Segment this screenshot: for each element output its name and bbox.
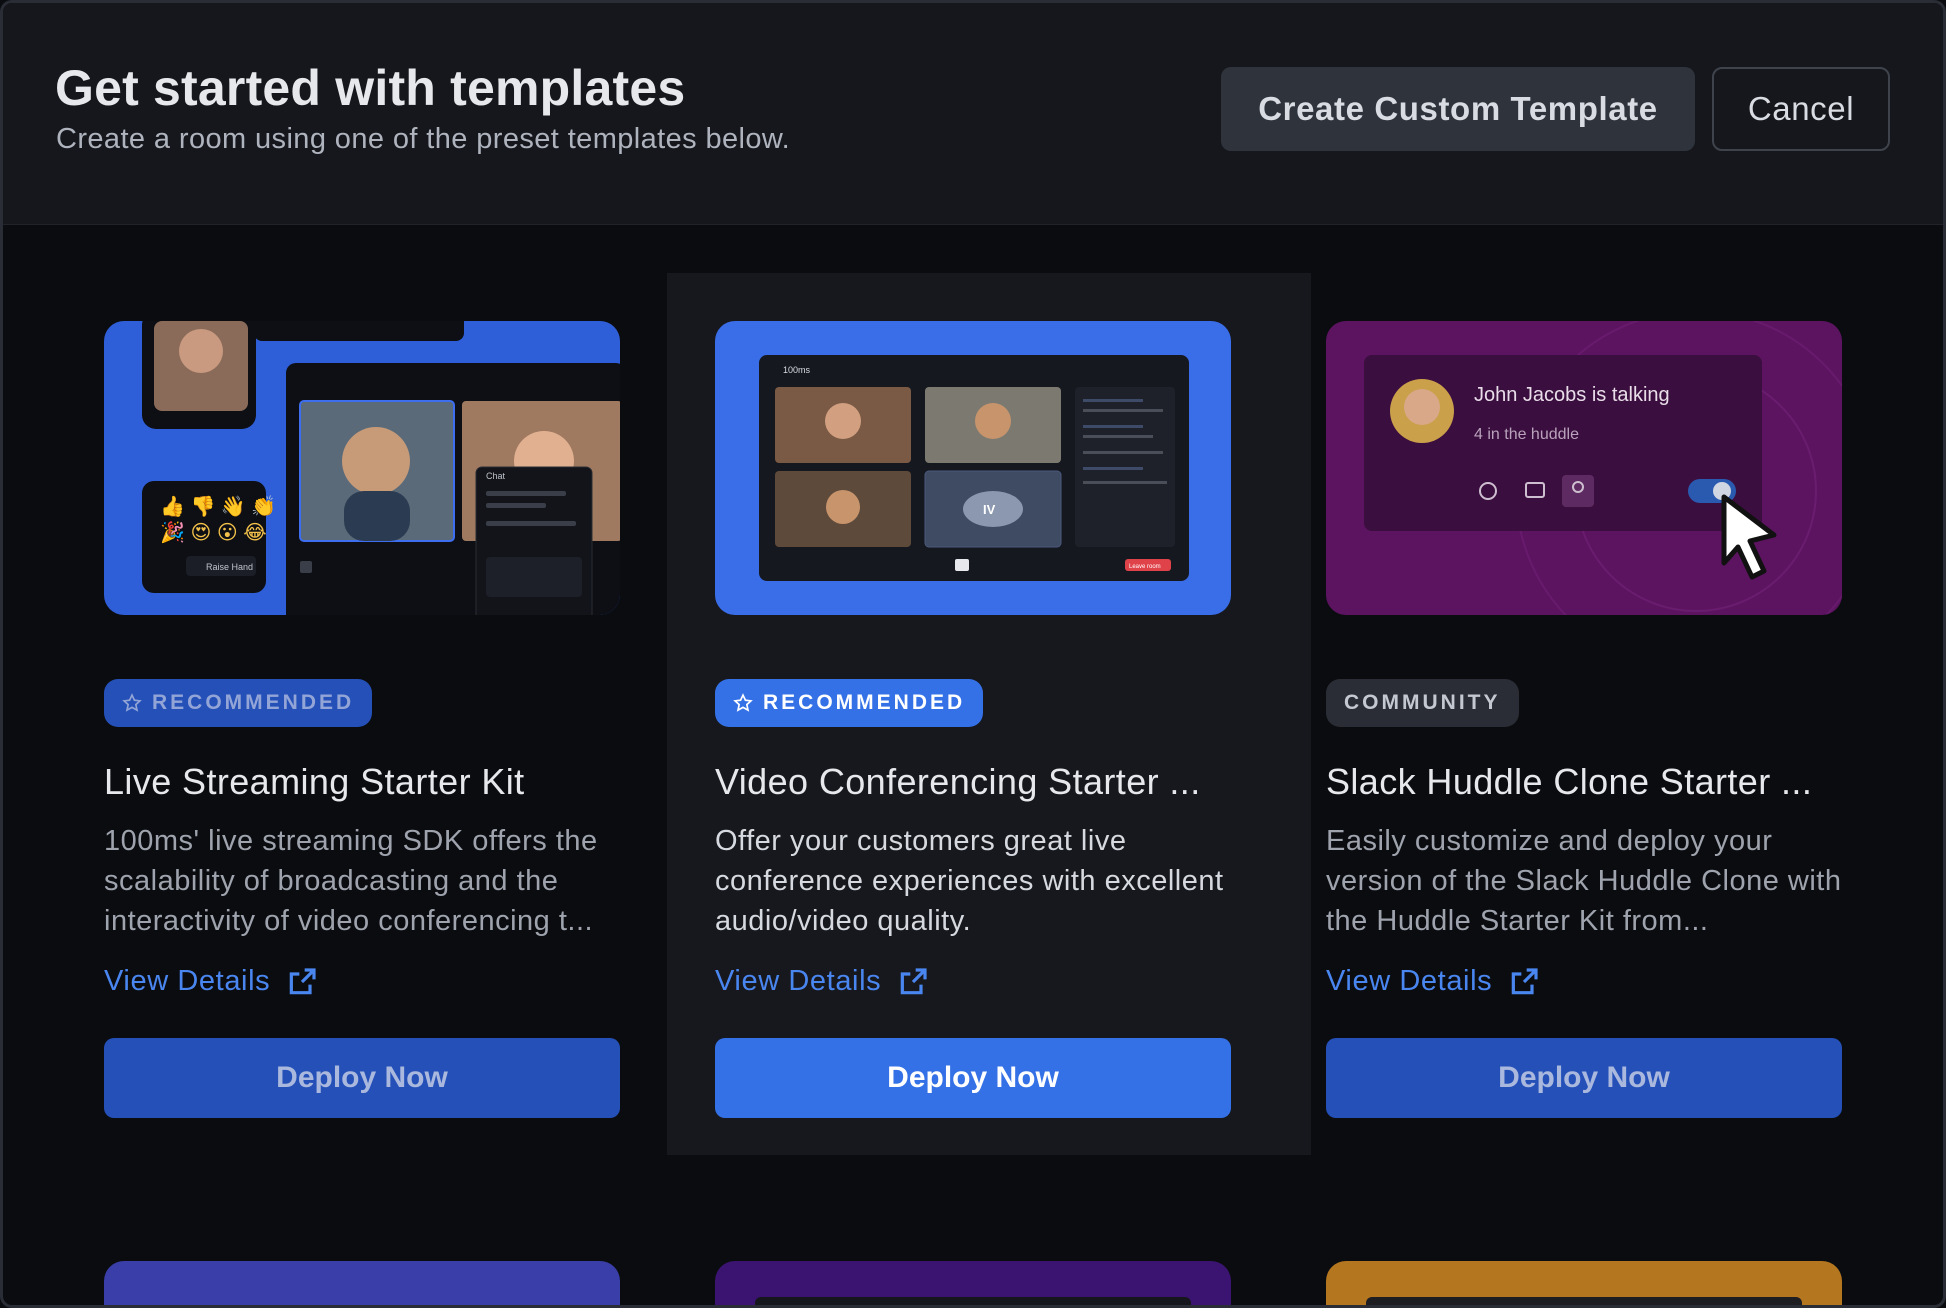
huddle-count-label: 4 in the huddle xyxy=(1474,426,1579,443)
card-title: Video Conferencing Starter ... xyxy=(715,761,1201,802)
app-logo-text: 100ms xyxy=(783,365,811,375)
badge-label: RECOMMENDED xyxy=(763,691,966,714)
external-link-icon xyxy=(1511,967,1538,994)
badge-recommended: RECOMMENDED xyxy=(104,679,373,727)
deploy-now-button[interactable]: Deploy Now xyxy=(104,1038,620,1118)
page-title: Get started with templates xyxy=(55,60,686,116)
template-card-video-conferencing[interactable]: 100ms IV Leave room RECOMMENDED Video Co… xyxy=(667,273,1311,1155)
svg-text:👍 👎 👋 👏: 👍 👎 👋 👏 xyxy=(160,494,276,518)
template-card-slack-huddle[interactable]: John Jacobs is talking 4 in the huddle C… xyxy=(1278,273,1922,1155)
template-thumbnail-next-row[interactable] xyxy=(1326,1261,1842,1305)
video-conferencing-preview-illustration: 100ms IV Leave room xyxy=(759,355,1189,581)
deploy-now-button[interactable]: Deploy Now xyxy=(1326,1038,1842,1118)
chat-label: Chat xyxy=(486,471,506,481)
view-details-link[interactable]: View Details xyxy=(104,965,318,998)
template-card-live-streaming[interactable]: 👍 👎 👋 👏 🎉 😍 😮 😂 Raise Hand Chat RECOMMEN… xyxy=(56,273,700,1155)
thumbnail-inner-window xyxy=(755,1297,1191,1305)
template-thumbnail-next-row[interactable] xyxy=(104,1261,620,1305)
card-title: Live Streaming Starter Kit xyxy=(104,761,525,802)
star-icon xyxy=(122,693,142,712)
view-details-label: View Details xyxy=(104,965,271,997)
slack-huddle-preview-illustration: John Jacobs is talking 4 in the huddle xyxy=(1364,321,1842,615)
leave-room-label: Leave room xyxy=(1129,564,1161,570)
dialog-header: Get started with templates Create a room… xyxy=(3,3,1943,225)
deploy-now-button[interactable]: Deploy Now xyxy=(715,1038,1231,1118)
view-details-label: View Details xyxy=(1326,965,1493,997)
page-subtitle: Create a room using one of the preset te… xyxy=(56,123,791,155)
cancel-button[interactable]: Cancel xyxy=(1712,67,1890,151)
template-thumbnail-next-row[interactable] xyxy=(715,1261,1231,1305)
initials-avatar: IV xyxy=(983,502,996,517)
live-streaming-preview-illustration: 👍 👎 👋 👏 🎉 😍 😮 😂 Raise Hand Chat xyxy=(142,321,620,615)
view-details-link[interactable]: View Details xyxy=(1326,965,1540,998)
create-custom-template-button[interactable]: Create Custom Template xyxy=(1221,67,1695,151)
badge-label: RECOMMENDED xyxy=(152,691,355,714)
badge-community: COMMUNITY xyxy=(1326,679,1519,727)
card-description: Offer your customers great live conferen… xyxy=(715,825,1224,937)
talking-label: John Jacobs is talking xyxy=(1474,384,1670,406)
thumbnail-inner-window xyxy=(1366,1297,1802,1305)
card-title: Slack Huddle Clone Starter ... xyxy=(1326,761,1813,802)
live-streaming-thumbnail: 👍 👎 👋 👏 🎉 😍 😮 😂 Raise Hand Chat xyxy=(104,321,620,615)
templates-dialog: Get started with templates Create a room… xyxy=(0,0,1946,1308)
view-details-label: View Details xyxy=(715,965,882,997)
svg-text:🎉 😍 😮 😂: 🎉 😍 😮 😂 xyxy=(160,520,267,544)
card-description: 100ms' live streaming SDK offers the sca… xyxy=(104,825,598,937)
raise-hand-label: Raise Hand xyxy=(206,562,253,572)
external-link-icon xyxy=(289,967,316,994)
card-description: Easily customize and deploy your version… xyxy=(1326,825,1842,937)
slack-huddle-thumbnail: John Jacobs is talking 4 in the huddle xyxy=(1326,321,1842,615)
video-conferencing-thumbnail: 100ms IV Leave room xyxy=(715,321,1231,615)
external-link-icon xyxy=(900,967,927,994)
badge-recommended: RECOMMENDED xyxy=(715,679,984,727)
badge-label: COMMUNITY xyxy=(1344,691,1501,714)
view-details-link[interactable]: View Details xyxy=(715,965,929,998)
star-icon xyxy=(733,693,753,712)
